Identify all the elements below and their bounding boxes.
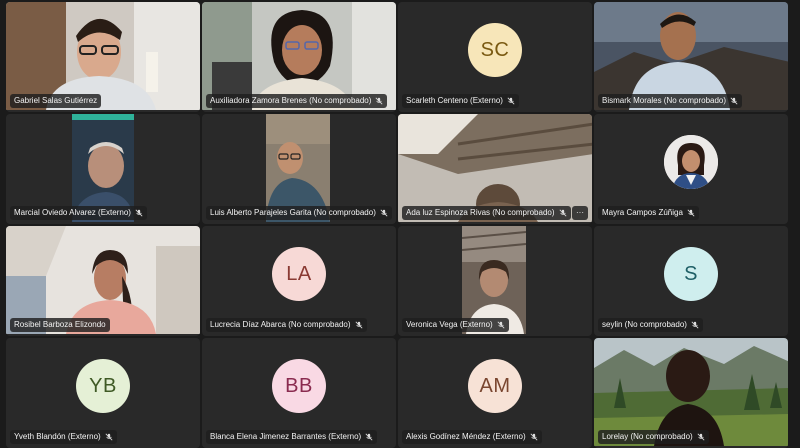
participant-tile[interactable]: SC Scarleth Centeno (Externo) xyxy=(398,2,592,112)
participant-name: seylin (No comprobado) xyxy=(602,320,687,329)
participant-name-bar: Bismark Morales (No comprobado) xyxy=(598,94,743,108)
mic-off-icon xyxy=(375,97,383,105)
participant-name-bar: Blanca Elena Jimenez Barrantes (Externo) xyxy=(206,430,378,444)
avatar xyxy=(664,135,718,189)
mic-off-icon xyxy=(530,433,538,441)
participant-name: Luis Alberto Parajeles Garita (No compro… xyxy=(210,208,376,217)
participant-name: Ada luz Espinoza Rivas (No comprobado) xyxy=(406,208,555,217)
mic-off-icon xyxy=(730,97,738,105)
participant-tile[interactable]: YB Yveth Blandón (Externo) xyxy=(6,338,200,448)
mic-off-icon xyxy=(507,97,515,105)
mic-off-icon xyxy=(380,209,388,217)
mic-off-icon xyxy=(687,209,695,217)
participant-name: Veronica Vega (Externo) xyxy=(406,320,493,329)
participant-tile[interactable]: Luis Alberto Parajeles Garita (No compro… xyxy=(202,114,396,224)
participant-name-bar: Veronica Vega (Externo) xyxy=(402,318,509,332)
participant-tile[interactable]: LA Lucrecia Díaz Abarca (No comprobado) xyxy=(202,226,396,336)
participant-name: Scarleth Centeno (Externo) xyxy=(406,96,503,105)
participant-grid: Gabriel Salas Gutiérrez Auxiliadora Zamo… xyxy=(6,0,796,448)
participant-tile[interactable]: Bismark Morales (No comprobado) xyxy=(594,2,788,112)
participant-name: Rosibel Barboza Elizondo xyxy=(14,320,106,329)
participant-name: Alexis Godínez Méndez (Externo) xyxy=(406,432,526,441)
participant-tile[interactable]: Veronica Vega (Externo) xyxy=(398,226,592,336)
participant-name-bar: Yveth Blandón (Externo) xyxy=(10,430,117,444)
participant-tile[interactable]: Lorelay (No comprobado) xyxy=(594,338,788,448)
participant-name-bar: Auxiliadora Zamora Brenes (No comprobado… xyxy=(206,94,388,108)
mic-off-icon xyxy=(697,433,705,441)
participant-name: Lucrecia Díaz Abarca (No comprobado) xyxy=(210,320,351,329)
participant-name-bar: Ada luz Espinoza Rivas (No comprobado) xyxy=(402,206,571,220)
avatar: AM xyxy=(468,359,522,413)
avatar: SC xyxy=(468,23,522,77)
avatar: BB xyxy=(272,359,326,413)
participant-name-bar: Marcial Oviedo Alvarez (Externo) xyxy=(10,206,147,220)
participant-name: Gabriel Salas Gutiérrez xyxy=(14,96,98,105)
participant-name-bar: Mayra Campos Zúñiga xyxy=(598,206,699,220)
participant-tile[interactable]: Gabriel Salas Gutiérrez xyxy=(6,2,200,112)
participant-name: Marcial Oviedo Alvarez (Externo) xyxy=(14,208,131,217)
participant-name-bar: Lorelay (No comprobado) xyxy=(598,430,709,444)
more-options-button[interactable]: ··· xyxy=(572,206,588,220)
mic-off-icon xyxy=(691,321,699,329)
participant-tile[interactable]: Mayra Campos Zúñiga xyxy=(594,114,788,224)
mic-off-icon xyxy=(135,209,143,217)
participant-tile[interactable]: Auxiliadora Zamora Brenes (No comprobado… xyxy=(202,2,396,112)
participant-name-bar: Gabriel Salas Gutiérrez xyxy=(10,94,102,108)
avatar: LA xyxy=(272,247,326,301)
mic-off-icon xyxy=(497,321,505,329)
avatar: S xyxy=(664,247,718,301)
participant-tile[interactable]: Ada luz Espinoza Rivas (No comprobado) ·… xyxy=(398,114,592,224)
participant-name-bar: seylin (No comprobado) xyxy=(598,318,703,332)
participant-name: Mayra Campos Zúñiga xyxy=(602,208,683,217)
mic-off-icon xyxy=(355,321,362,329)
participant-tile[interactable]: S seylin (No comprobado) xyxy=(594,226,788,336)
participant-name-bar: Lucrecia Díaz Abarca (No comprobado) xyxy=(206,318,367,332)
mic-off-icon xyxy=(105,433,113,441)
participant-tile[interactable]: Rosibel Barboza Elizondo xyxy=(6,226,200,336)
participant-tile[interactable]: Marcial Oviedo Alvarez (Externo) xyxy=(6,114,200,224)
participant-name: Bismark Morales (No comprobado) xyxy=(602,96,727,105)
mic-off-icon xyxy=(559,209,566,217)
participant-name: Yveth Blandón (Externo) xyxy=(14,432,101,441)
participant-tile[interactable]: AM Alexis Godínez Méndez (Externo) xyxy=(398,338,592,448)
avatar: YB xyxy=(76,359,130,413)
participant-name-bar: Rosibel Barboza Elizondo xyxy=(10,318,110,332)
participant-name-bar: Alexis Godínez Méndez (Externo) xyxy=(402,430,542,444)
participant-tile[interactable]: BB Blanca Elena Jimenez Barrantes (Exter… xyxy=(202,338,396,448)
participant-name-bar: Luis Alberto Parajeles Garita (No compro… xyxy=(206,206,392,220)
participant-name-bar: Scarleth Centeno (Externo) xyxy=(402,94,519,108)
participant-name: Auxiliadora Zamora Brenes (No comprobado… xyxy=(210,96,372,105)
mic-off-icon xyxy=(365,433,373,441)
participant-name: Lorelay (No comprobado) xyxy=(602,432,693,441)
participant-name: Blanca Elena Jimenez Barrantes (Externo) xyxy=(210,432,362,441)
